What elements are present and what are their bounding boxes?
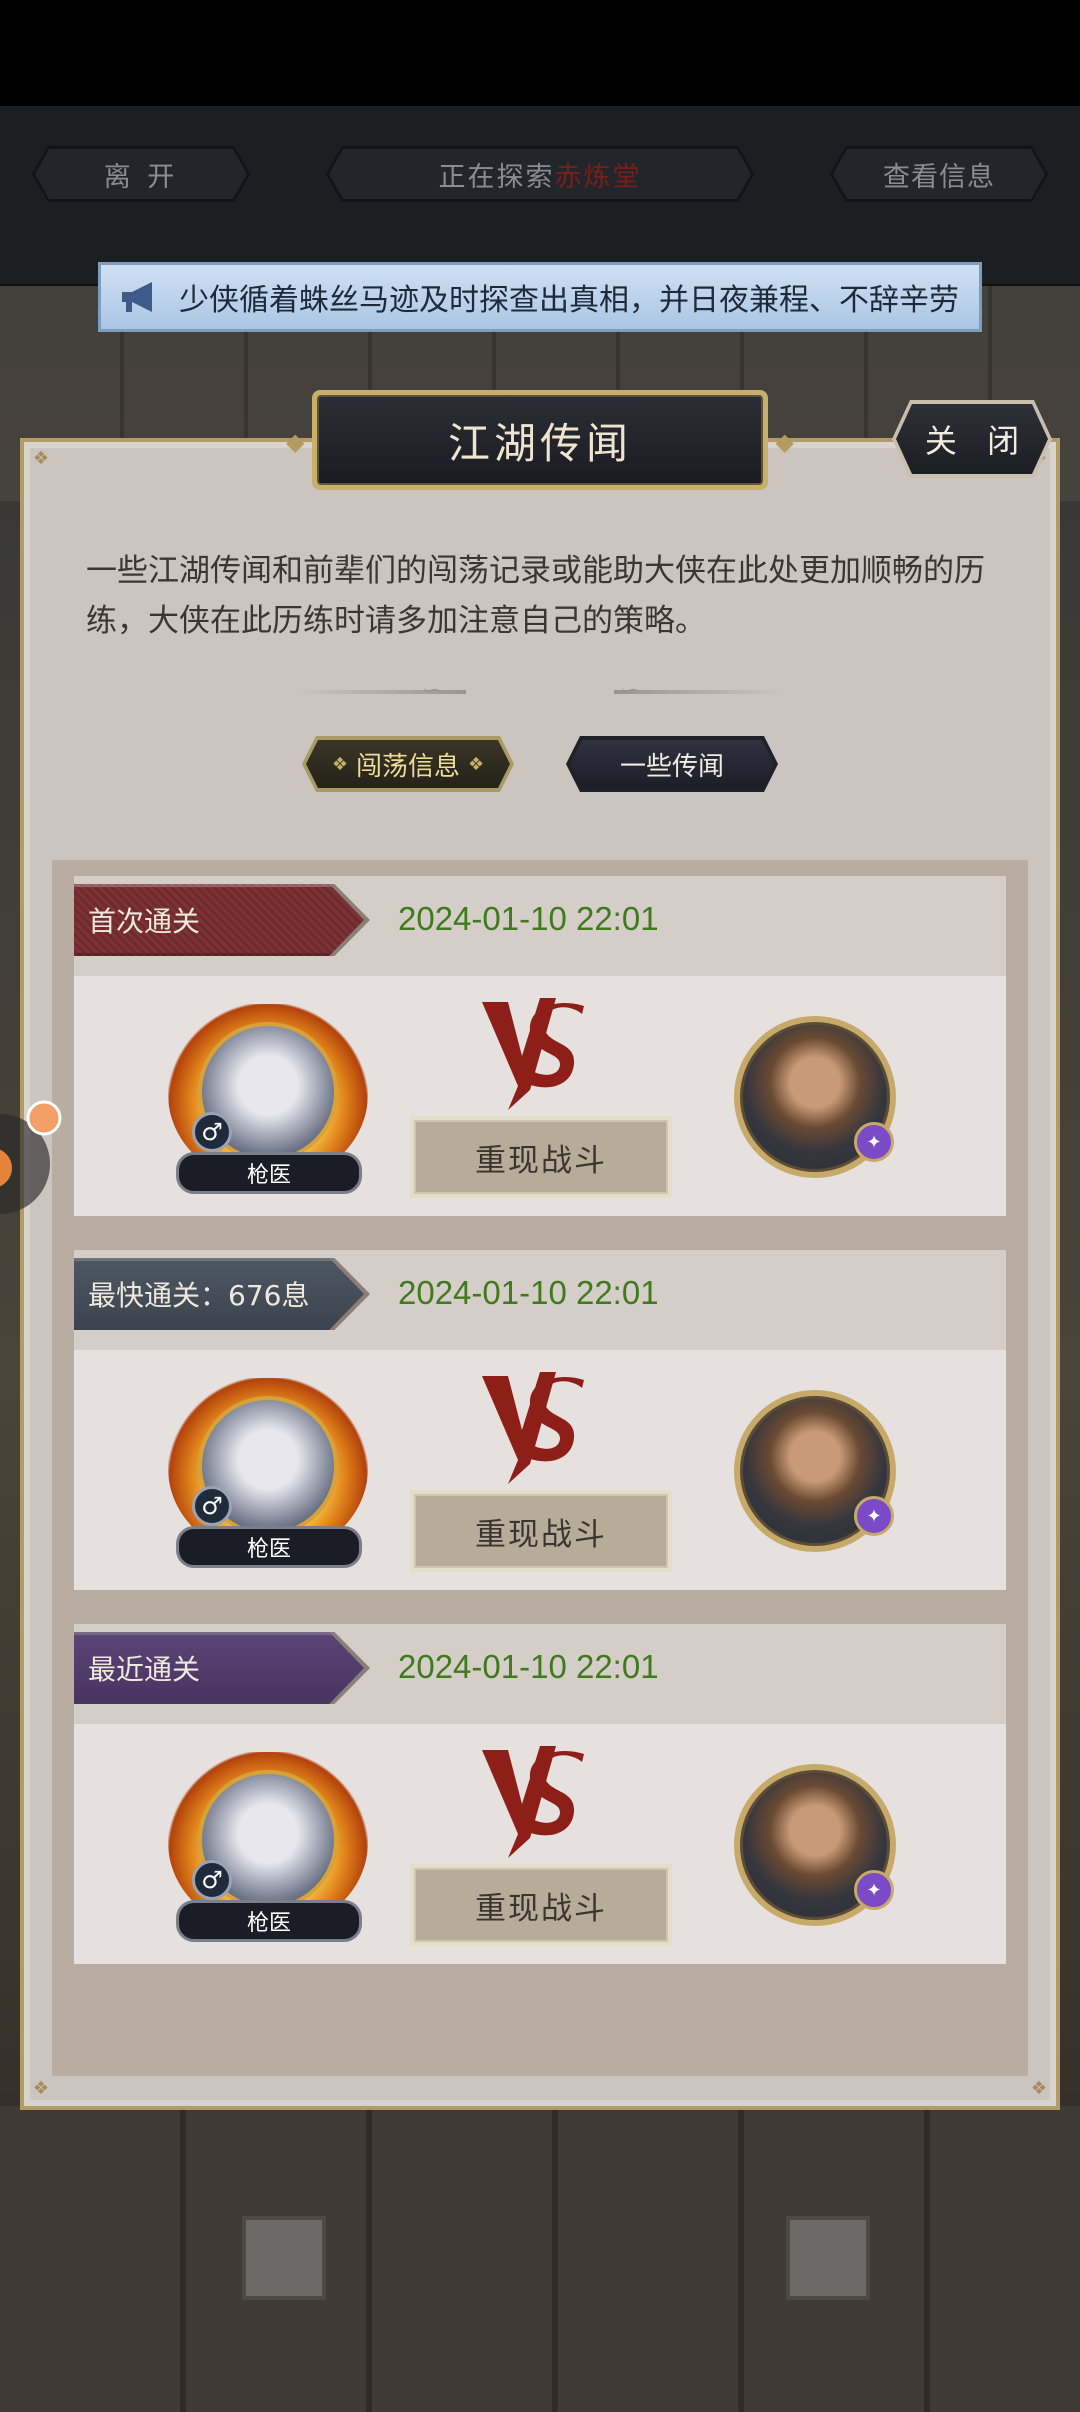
view-info-label: 查看信息 <box>833 149 1045 199</box>
close-button[interactable]: 关 闭 <box>892 400 1052 478</box>
record-card-latest-clear: 最近通关 2024-01-10 22:01 ♂ 枪医 重现战斗 ✦ <box>74 1624 1006 1964</box>
record-ribbon: 首次通关 <box>74 884 364 956</box>
hero-name: 枪医 <box>176 1900 362 1942</box>
record-body: ♂ 枪医 重现战斗 ✦ <box>74 1724 1006 1964</box>
hero-portrait[interactable]: ♂ 枪医 <box>168 1378 368 1578</box>
hero-name: 枪医 <box>176 1526 362 1568</box>
rank-badge-icon: ✦ <box>854 1496 894 1536</box>
tab-label: 闯荡信息 <box>355 751 460 782</box>
record-ribbon: 最快通关：676息 <box>74 1258 364 1330</box>
tab-ornament-icon: ❖ <box>468 753 485 775</box>
enemy-portrait[interactable]: ✦ <box>734 1390 896 1552</box>
rank-badge-icon: ✦ <box>854 1870 894 1910</box>
corner-ornament: ❖ <box>32 2078 50 2099</box>
record-header: 最快通关：676息 2024-01-10 22:01 <box>74 1250 1006 1350</box>
exploring-location: 正在探索 赤炼堂 <box>326 146 754 202</box>
record-body: ♂ 枪医 重现战斗 ✦ <box>74 1350 1006 1590</box>
record-header: 最近通关 2024-01-10 22:01 <box>74 1624 1006 1724</box>
replay-battle-label: 重现战斗 <box>414 1494 668 1568</box>
record-ribbon: 最近通关 <box>74 1632 364 1704</box>
exploring-location-name: 赤炼堂 <box>554 161 642 193</box>
tab-rumors[interactable]: 一些传闻 <box>566 736 778 792</box>
vs-icon <box>482 1746 584 1858</box>
record-card-first-clear: 首次通关 2024-01-10 22:01 ♂ 枪医 重现战斗 ✦ <box>74 876 1006 1216</box>
record-time: 2024-01-10 22:01 <box>398 1274 659 1311</box>
male-icon: ♂ <box>192 1860 232 1900</box>
male-icon: ♂ <box>192 1486 232 1526</box>
divider-ornament: ∽ <box>422 676 443 704</box>
divider-line <box>614 690 784 694</box>
exploring-prefix: 正在探索 <box>438 161 555 193</box>
male-icon: ♂ <box>192 1112 232 1152</box>
record-label: 首次通关 <box>88 905 201 938</box>
top-bar: 离 开 正在探索 赤炼堂 查看信息 <box>0 106 1080 286</box>
title-wing-ornament: ◆ <box>286 428 305 456</box>
hero-name: 枪医 <box>176 1152 362 1194</box>
enemy-portrait[interactable]: ✦ <box>734 1764 896 1926</box>
corner-ornament: ❖ <box>32 448 50 469</box>
replay-battle-label: 重现战斗 <box>414 1868 668 1942</box>
hero-portrait[interactable]: ♂ 枪医 <box>168 1004 368 1204</box>
replay-battle-label: 重现战斗 <box>414 1120 668 1194</box>
background-post <box>786 2216 870 2300</box>
tab-ornament-icon: ❖ <box>331 753 348 775</box>
status-bar <box>0 0 1080 106</box>
replay-battle-button[interactable]: 重现战斗 <box>410 1490 672 1572</box>
intro-text: 一些江湖传闻和前辈们的闯荡记录或能助大侠在此处更加顺畅的历练，大侠在此历练时请多… <box>86 553 985 639</box>
announcement-text: 少侠循着蛛丝马迹及时探查出真相，并日夜兼程、不辞辛劳 <box>179 283 959 318</box>
view-info-button[interactable]: 查看信息 <box>830 146 1048 202</box>
floating-assist-icon[interactable] <box>0 1098 64 1228</box>
tab-adventure-info[interactable]: ❖ 闯荡信息 ❖ <box>302 736 514 792</box>
replay-battle-button[interactable]: 重现战斗 <box>410 1864 672 1946</box>
record-label: 最近通关 <box>88 1653 201 1686</box>
title-wing-ornament: ◆ <box>775 428 794 456</box>
background-post <box>242 2216 326 2300</box>
megaphone-icon <box>115 272 165 322</box>
background-floor <box>0 2106 1080 2412</box>
enemy-portrait[interactable]: ✦ <box>734 1016 896 1178</box>
record-time: 2024-01-10 22:01 <box>398 900 659 937</box>
tab-label: 一些传闻 <box>619 751 724 782</box>
record-body: ♂ 枪医 重现战斗 ✦ <box>74 976 1006 1216</box>
record-header: 首次通关 2024-01-10 22:01 <box>74 876 1006 976</box>
leave-button[interactable]: 离 开 <box>32 146 250 202</box>
panel-title: 江湖传闻 <box>447 418 632 468</box>
hero-portrait[interactable]: ♂ 枪医 <box>168 1752 368 1952</box>
corner-ornament: ❖ <box>1030 2078 1048 2099</box>
leave-button-label: 离 开 <box>35 149 247 199</box>
announcement-banner: 少侠循着蛛丝马迹及时探查出真相，并日夜兼程、不辞辛劳 <box>98 262 982 332</box>
panel-title-plate: ◆ 江湖传闻 ◆ <box>286 390 794 490</box>
replay-battle-button[interactable]: 重现战斗 <box>410 1116 672 1198</box>
record-label: 最快通关：676息 <box>88 1279 310 1312</box>
rank-badge-icon: ✦ <box>854 1122 894 1162</box>
record-card-fastest-clear: 最快通关：676息 2024-01-10 22:01 ♂ 枪医 重现战斗 ✦ <box>74 1250 1006 1590</box>
record-time: 2024-01-10 22:01 <box>398 1648 659 1685</box>
records-list: 首次通关 2024-01-10 22:01 ♂ 枪医 重现战斗 ✦ 最快通关：6… <box>52 860 1028 2076</box>
vs-icon <box>482 1372 584 1484</box>
close-button-label: 关 闭 <box>896 404 1048 474</box>
vs-icon <box>482 998 584 1110</box>
